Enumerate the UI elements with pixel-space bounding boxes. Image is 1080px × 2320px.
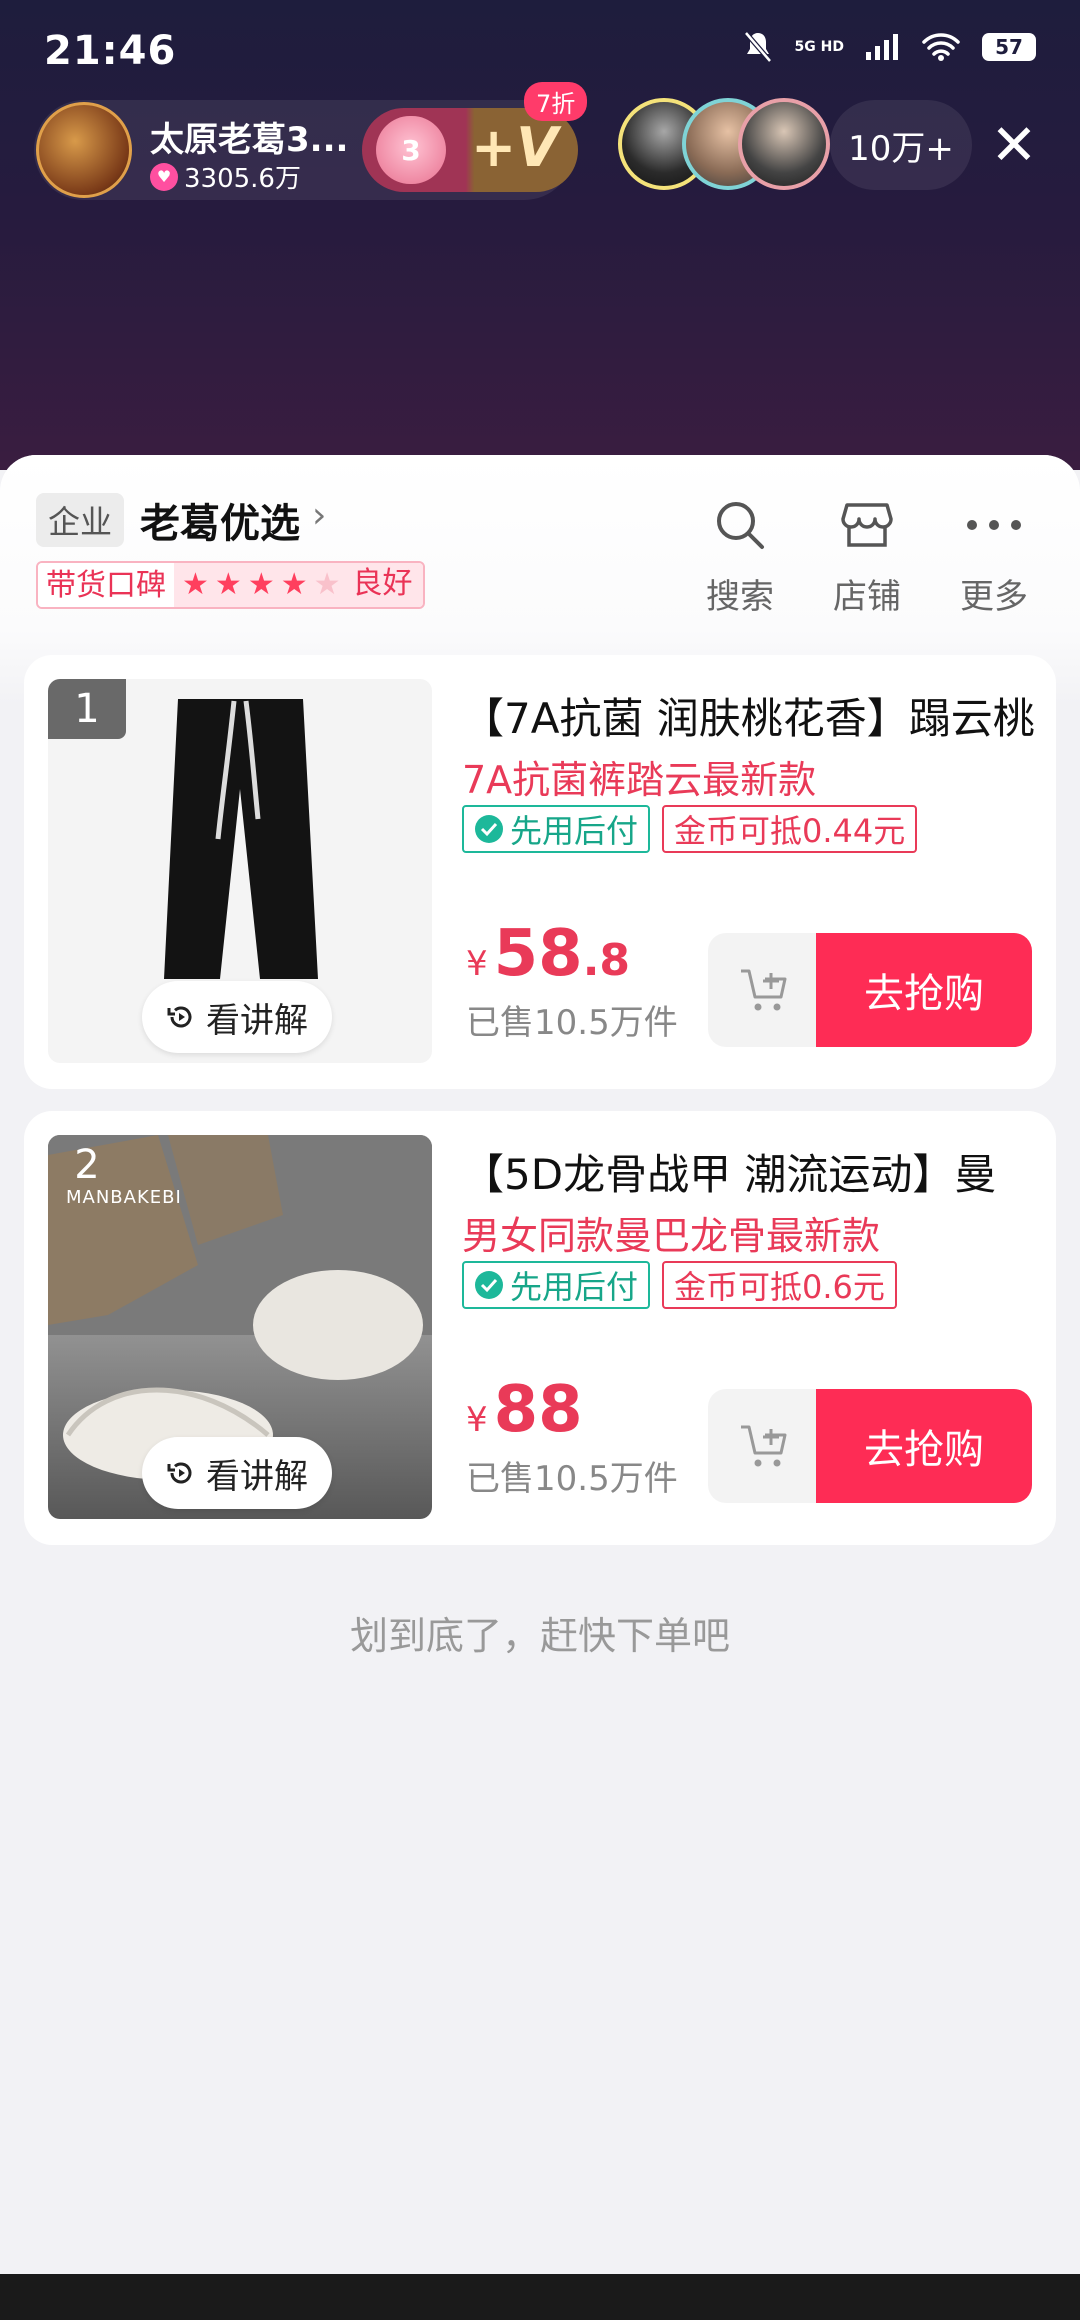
check-badge-icon: [475, 815, 503, 843]
sold-count: 已售10.5万件: [466, 1459, 678, 1499]
mute-bell-icon: [743, 31, 772, 63]
system-nav-bar: [0, 2274, 1080, 2320]
search-label: 搜索: [706, 577, 774, 617]
explain-label: 看讲解: [206, 1000, 308, 1041]
cart-add-icon: [741, 969, 787, 1011]
currency-symbol: ¥: [466, 944, 488, 984]
viewer-count[interactable]: 10万+: [830, 100, 972, 190]
star-icon: ★: [280, 567, 308, 602]
reputation-text: 良好: [348, 563, 423, 607]
network-label: 5G HD: [794, 39, 844, 55]
product-tags: 先用后付 金币可抵0.44元: [462, 805, 918, 853]
pay-later-tag: 先用后付: [462, 805, 651, 853]
check-badge-icon: [475, 1271, 503, 1299]
wifi-icon: [922, 33, 960, 61]
anchor-likes: ♥ 3305.6万: [150, 158, 301, 195]
sold-count: 已售10.5万件: [466, 1003, 678, 1043]
reputation-label: 带货口碑: [38, 563, 174, 607]
product-price: ¥ 58 .8: [466, 917, 630, 991]
search-button[interactable]: 搜索: [685, 495, 795, 618]
anchor-name: 太原老葛3...: [150, 120, 349, 160]
product-card[interactable]: 2 MANBAKEBI 看讲解 【5D龙骨战甲 潮流运动】曼 男女同款曼巴龙骨最…: [24, 1111, 1056, 1545]
signal-icon: [866, 34, 898, 60]
replay-icon: [167, 1462, 192, 1484]
viewer-avatar[interactable]: [738, 98, 830, 190]
product-image[interactable]: 2 MANBAKEBI 看讲解: [48, 1135, 432, 1519]
rank-badge: 1: [48, 679, 126, 739]
product-image[interactable]: 1 看讲解: [48, 679, 432, 1063]
more-icon: [964, 495, 1024, 555]
buy-now-button[interactable]: 去抢购: [816, 1389, 1032, 1503]
status-time: 21:46: [44, 28, 177, 74]
product-tags: 先用后付 金币可抵0.6元: [462, 1261, 897, 1309]
reputation-stars: ★ ★ ★ ★ ★: [174, 563, 349, 607]
star-icon: ★: [214, 567, 242, 602]
reputation-badge[interactable]: 带货口碑 ★ ★ ★ ★ ★ 良好: [36, 561, 425, 609]
product-title[interactable]: 【7A抗菌 润肤桃花香】蹋云桃: [462, 685, 1042, 746]
price-integer: 58: [493, 917, 583, 991]
price-decimal: .8: [582, 935, 631, 986]
star-icon: ★: [247, 567, 275, 602]
product-card[interactable]: 1 看讲解 【7A抗菌 润肤桃花香】蹋云桃 7A抗菌裤踏云最新款 先用后付 金币…: [24, 655, 1056, 1089]
shopping-panel: 企业 老葛优选 › 带货口碑 ★ ★ ★ ★ ★ 良好 搜索 店铺 更多 1 看…: [0, 455, 1080, 2275]
rank-badge: 2: [74, 1142, 100, 1188]
end-of-list-text: 划到底了，赶快下单吧: [349, 1614, 730, 1658]
star-empty-icon: ★: [313, 567, 341, 602]
cart-add-icon: [741, 1425, 787, 1467]
add-to-cart-button[interactable]: [708, 933, 820, 1047]
pay-later-label: 先用后付: [510, 1268, 639, 1306]
more-button[interactable]: 更多: [939, 495, 1049, 618]
pay-later-tag: 先用后付: [462, 1261, 651, 1309]
pay-later-label: 先用后付: [510, 812, 639, 850]
explain-label: 看讲解: [206, 1456, 308, 1497]
replay-icon: [167, 1006, 192, 1028]
fans-v-label: +V: [470, 116, 558, 179]
currency-symbol: ¥: [466, 1400, 488, 1440]
explain-button[interactable]: 看讲解: [142, 1437, 332, 1509]
store-label: 店铺: [833, 577, 901, 617]
buy-now-button[interactable]: 去抢购: [816, 933, 1032, 1047]
enterprise-tag: 企业: [36, 493, 125, 547]
shop-name[interactable]: 老葛优选: [140, 491, 300, 549]
more-label: 更多: [960, 577, 1028, 617]
discount-badge: 7折: [524, 82, 588, 121]
close-button[interactable]: ✕: [984, 110, 1044, 180]
battery-icon: 57: [982, 33, 1036, 61]
search-icon: [710, 495, 770, 555]
product-price: ¥ 88: [466, 1373, 583, 1447]
chevron-right-icon[interactable]: ›: [312, 495, 326, 536]
add-to-cart-button[interactable]: [708, 1389, 820, 1503]
coin-discount-tag: 金币可抵0.44元: [662, 805, 918, 853]
explain-button[interactable]: 看讲解: [142, 981, 332, 1053]
fans-level: 3: [376, 116, 446, 184]
product-subtitle: 男女同款曼巴龙骨最新款: [462, 1214, 881, 1258]
product-title[interactable]: 【5D龙骨战甲 潮流运动】曼: [462, 1141, 1042, 1202]
heart-icon: ♥: [150, 162, 178, 191]
price-integer: 88: [493, 1373, 583, 1447]
product-subtitle: 7A抗菌裤踏云最新款: [462, 758, 817, 802]
brand-watermark: MANBAKEBI: [66, 1187, 182, 1208]
star-icon: ★: [182, 567, 209, 602]
anchor-avatar[interactable]: [36, 102, 132, 198]
coin-discount-tag: 金币可抵0.6元: [662, 1261, 897, 1309]
status-icons: 5G HD 57: [743, 30, 1036, 64]
store-button[interactable]: 店铺: [812, 495, 922, 618]
likes-count: 3305.6万: [184, 164, 301, 194]
store-icon: [837, 495, 897, 555]
